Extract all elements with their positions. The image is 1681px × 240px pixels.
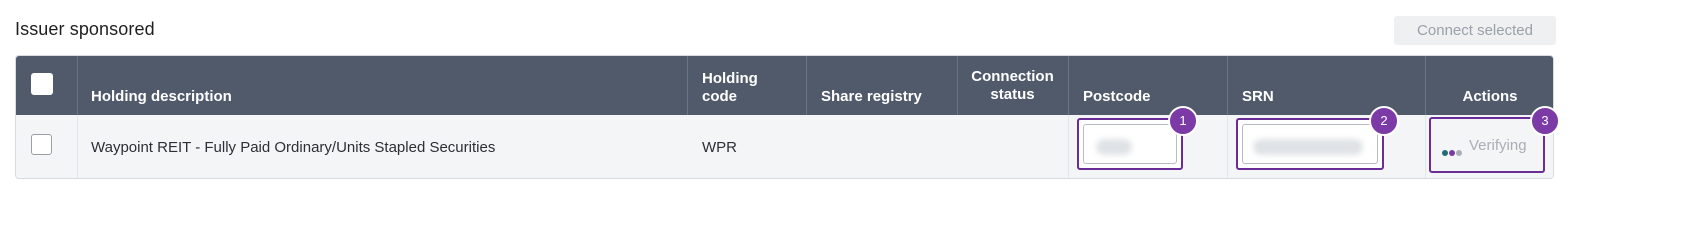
column-divider — [1068, 115, 1069, 178]
header-actions: Actions — [1462, 88, 1518, 105]
column-divider — [1068, 56, 1069, 115]
holding-description-cell: Waypoint REIT - Fully Paid Ordinary/Unit… — [91, 139, 496, 156]
header-connection-status-line2: status — [990, 86, 1035, 103]
postcode-highlight — [1077, 118, 1183, 170]
srn-highlight — [1236, 118, 1384, 170]
column-divider — [77, 56, 78, 115]
header-connection-status-line1: Connection — [971, 68, 1054, 85]
column-divider — [77, 115, 78, 178]
header-srn: SRN — [1242, 88, 1274, 105]
annotation-badge-1: 1 — [1168, 106, 1198, 136]
dot-purple — [1449, 150, 1455, 156]
annotation-badge-3: 3 — [1530, 106, 1560, 136]
dot-teal — [1442, 150, 1448, 156]
column-divider — [1227, 115, 1228, 178]
header-holding-code[interactable]: Holding code — [702, 70, 758, 106]
header-postcode: Postcode — [1083, 88, 1151, 105]
issuer-sponsored-section: Issuer sponsored Connect selected Holdin… — [0, 0, 1681, 206]
column-divider — [806, 56, 807, 115]
connect-selected-button[interactable]: Connect selected — [1394, 16, 1556, 45]
header-holding-code-line1: Holding — [702, 70, 758, 87]
header-connection-status[interactable]: Connection status — [957, 68, 1068, 104]
column-divider — [1425, 115, 1426, 178]
column-divider — [1227, 56, 1228, 115]
header-holding-code-line2: code — [702, 88, 738, 105]
header-holding-description[interactable]: Holding description — [91, 88, 232, 106]
column-divider — [687, 56, 688, 115]
postcode-input[interactable] — [1083, 124, 1177, 164]
redacted-srn-value — [1253, 139, 1363, 155]
annotation-badge-2: 2 — [1369, 106, 1399, 136]
row-select-checkbox[interactable] — [31, 134, 52, 155]
actions-highlight: Verifying — [1429, 117, 1545, 173]
select-all-checkbox[interactable] — [31, 73, 53, 95]
column-divider — [1425, 56, 1426, 115]
header-share-registry[interactable]: Share registry — [821, 88, 922, 106]
section-title: Issuer sponsored — [15, 19, 155, 39]
table-header: Holding description Holding code Share r… — [16, 56, 1553, 115]
redacted-postcode-value — [1096, 139, 1132, 155]
holding-code-cell: WPR — [702, 139, 737, 156]
srn-input[interactable] — [1242, 124, 1378, 164]
dot-grey — [1456, 150, 1462, 156]
verifying-status: Verifying — [1469, 137, 1527, 154]
loading-dots-icon — [1442, 143, 1463, 156]
